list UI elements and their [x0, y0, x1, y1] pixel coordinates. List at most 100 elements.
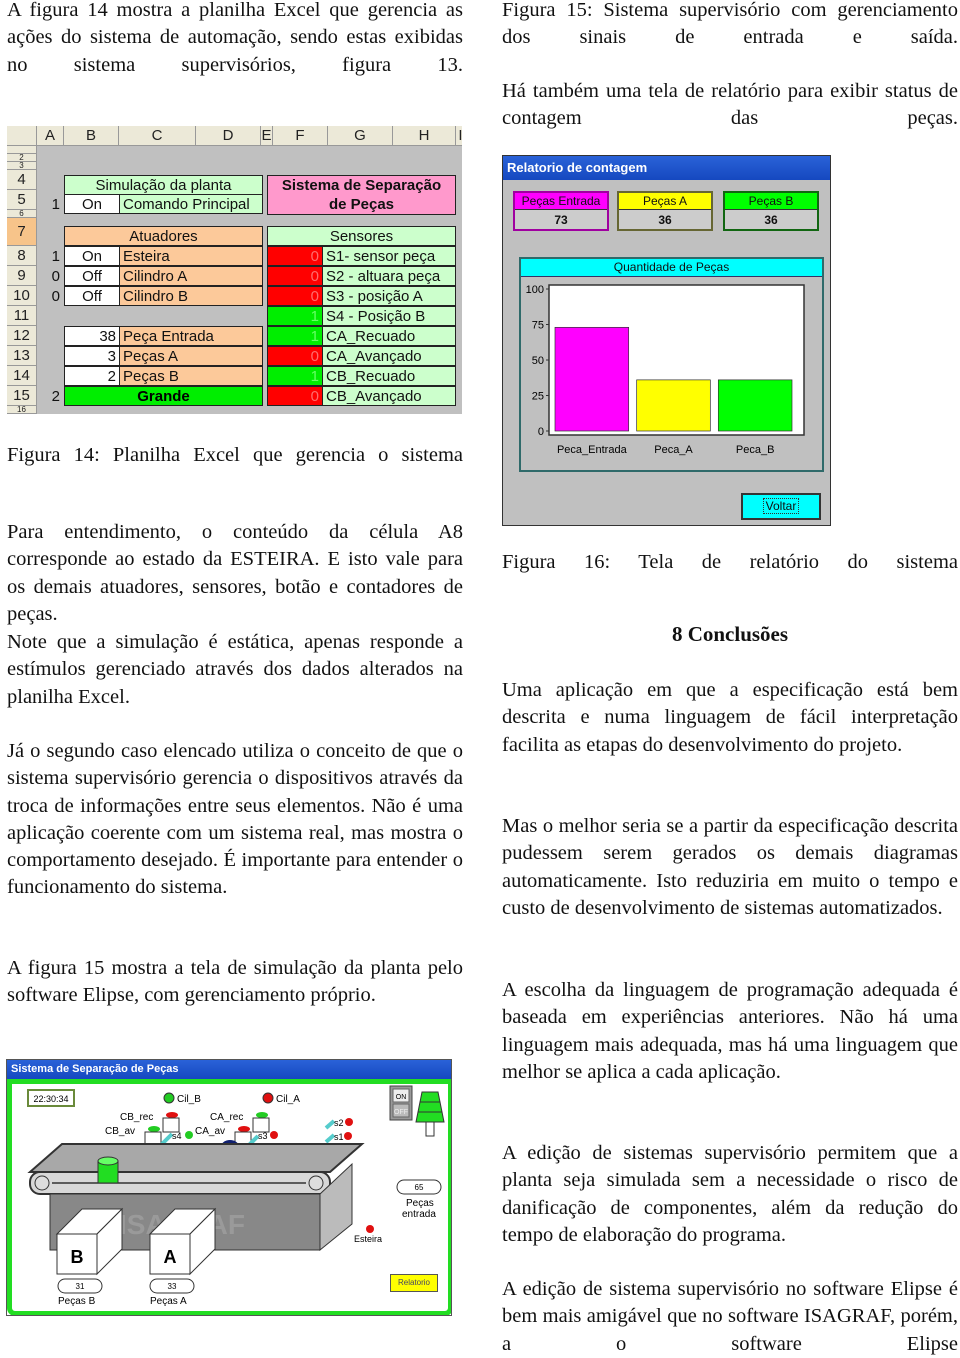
sensor-value-cell[interactable]: 0 [267, 286, 323, 306]
contador-value-cell[interactable]: 3 [64, 346, 120, 366]
atuador-value-cell[interactable]: 0 [35, 267, 60, 287]
conclusion-paragraph: Mas o melhor seria se a partir da especi… [502, 815, 958, 919]
cb-rec-label: CB_rec [120, 1112, 153, 1123]
ca-av-label: CA_av [195, 1126, 225, 1137]
on-label: ON [396, 1094, 407, 1101]
row-header[interactable]: 16 [7, 406, 37, 414]
column-header[interactable]: D [196, 126, 261, 146]
sensor-label-cell[interactable]: CA_Avançado [322, 346, 456, 366]
atuador-label-cell[interactable]: Cilindro B [119, 286, 263, 306]
off-label: OFF [394, 1109, 408, 1116]
voltar-button[interactable]: Voltar [741, 493, 821, 520]
column-header[interactable]: I [456, 126, 462, 146]
sistema-title-cell[interactable]: Sistema de Separação de Peças [267, 175, 456, 215]
cil-a-indicator-icon [262, 1092, 274, 1104]
atuador-label-cell[interactable]: Cilindro A [119, 266, 263, 286]
paragraph-a8: Para entendimento, o conteúdo da célula … [7, 521, 463, 625]
s4-led-icon [185, 1131, 193, 1139]
row-header[interactable] [7, 146, 37, 154]
conclusion-paragraph: A edição de sistema supervisório no soft… [502, 1278, 958, 1355]
contador-value-cell[interactable]: 38 [64, 326, 120, 346]
sensor-value-cell[interactable]: 0 [267, 266, 323, 286]
sensor-label-cell[interactable]: CA_Recuado [322, 326, 456, 346]
row-header[interactable]: 13 [7, 346, 37, 366]
column-header[interactable]: H [393, 126, 456, 146]
row-header[interactable]: 10 [7, 286, 37, 306]
sensor-value-cell[interactable]: 1 [267, 366, 323, 386]
row-header[interactable]: 12 [7, 326, 37, 346]
contador-label-cell[interactable]: Peças A [119, 346, 263, 366]
sensor-label-cell[interactable]: S3 - posição A [322, 286, 456, 306]
row-header[interactable]: 3 [7, 162, 37, 170]
row-header[interactable]: 4 [7, 170, 37, 190]
bar [636, 379, 711, 432]
ca-rec-label: CA_rec [210, 1112, 243, 1123]
row-header[interactable]: 11 [7, 306, 37, 326]
row-header[interactable]: 14 [7, 366, 37, 386]
atuador-label-cell[interactable]: Esteira [119, 246, 263, 266]
column-header[interactable]: C [119, 126, 196, 146]
sensor-label-cell[interactable]: S1- sensor peça [322, 246, 456, 266]
row-header[interactable]: 8 [7, 246, 37, 266]
x-tick-label: Peca_Entrada [557, 444, 628, 456]
sensor-label-cell[interactable]: S2 - altuara peça [322, 266, 456, 286]
paragraph-fig15: A figura 15 mostra a tela de simulação d… [7, 957, 463, 1007]
atuador-state-cell[interactable]: Off [64, 286, 120, 306]
row-header[interactable]: 6 [7, 210, 37, 218]
sensor-value-cell[interactable]: 0 [267, 386, 323, 406]
pecas-entrada-label-1: Peças [406, 1198, 434, 1209]
y-tick-label: 0 [538, 426, 544, 438]
simulacao-header-cell[interactable]: Simulação da planta [64, 175, 263, 195]
stack-light-icon [415, 1091, 445, 1123]
atuador-state-cell[interactable]: Off [64, 266, 120, 286]
x-tick-label: Peca_B [736, 444, 775, 456]
ca-av-led-icon [238, 1126, 250, 1132]
column-header[interactable]: A [37, 126, 64, 146]
sensor-label-cell[interactable]: S4 - Posição B [322, 306, 456, 326]
conveyor-roller-right-icon [308, 1175, 324, 1191]
sensor-value-cell[interactable]: 0 [267, 346, 323, 366]
clock-text: 22:30:34 [33, 1094, 68, 1104]
contador-label-cell[interactable]: Peça Entrada [119, 326, 263, 346]
atuador-state-cell[interactable]: On [64, 246, 120, 266]
sensor-label-cell[interactable]: CB_Recuado [322, 366, 456, 386]
row-header[interactable]: 9 [7, 266, 37, 286]
sensor-value-cell[interactable]: 1 [267, 326, 323, 346]
column-header[interactable]: E [261, 126, 273, 146]
s4-label: s4 [172, 1131, 182, 1141]
relatorio-button[interactable]: Relatorio [390, 1274, 438, 1292]
sensor-label-cell[interactable]: CB_Avançado [322, 386, 456, 406]
atuadores-header-cell[interactable]: Atuadores [64, 226, 263, 246]
column-header[interactable]: G [328, 126, 393, 146]
atuador-value-cell[interactable]: 0 [35, 287, 60, 307]
chart-panel: Quantidade de Peças 0 25 50 75 100 Peca_Entra… [519, 257, 824, 472]
counter-label: Peças A [619, 193, 711, 210]
row-header[interactable]: 5 [7, 190, 37, 210]
sensor-value-cell[interactable]: 0 [267, 246, 323, 266]
column-header[interactable]: B [64, 126, 119, 146]
conclusion-paragraph: A edição de sistemas supervisório permit… [502, 1142, 958, 1246]
column-header[interactable]: F [273, 126, 328, 146]
x-tick-label: Peca_A [654, 444, 693, 456]
contador-label-cell[interactable]: Peças B [119, 366, 263, 386]
comando-label-cell[interactable]: Comando Principal [119, 194, 263, 214]
grande-cell[interactable]: Grande [64, 386, 263, 406]
contador-value-cell[interactable]: 2 [64, 366, 120, 386]
conclusion-paragraph: A escolha da linguagem de programação ad… [502, 979, 958, 1083]
grande-value-cell[interactable]: 2 [35, 387, 60, 407]
cb-av-led-icon [148, 1126, 160, 1132]
row-header-selected[interactable]: 7 [7, 218, 37, 246]
comando-state-cell[interactable]: On [64, 194, 120, 214]
s2-label: s2 [334, 1118, 344, 1128]
cil-b-indicator-icon [163, 1092, 175, 1104]
pecas-a-count: 33 [168, 1282, 177, 1291]
row-header[interactable]: 15 [7, 386, 37, 406]
supervisory-window: Sistema de Separação de Peças 22:30:34 C… [6, 1059, 452, 1316]
sensor-value-cell[interactable]: 1 [267, 306, 323, 326]
conclusion-paragraph: Uma aplicação em que a especificação est… [502, 679, 958, 756]
pecas-entrada-label-2: entrada [402, 1209, 436, 1220]
sensores-header-cell[interactable]: Sensores [267, 226, 456, 246]
atuador-value-cell[interactable]: 1 [35, 247, 60, 267]
row-header[interactable]: 2 [7, 154, 37, 162]
comando-value-cell[interactable]: 1 [35, 195, 60, 215]
